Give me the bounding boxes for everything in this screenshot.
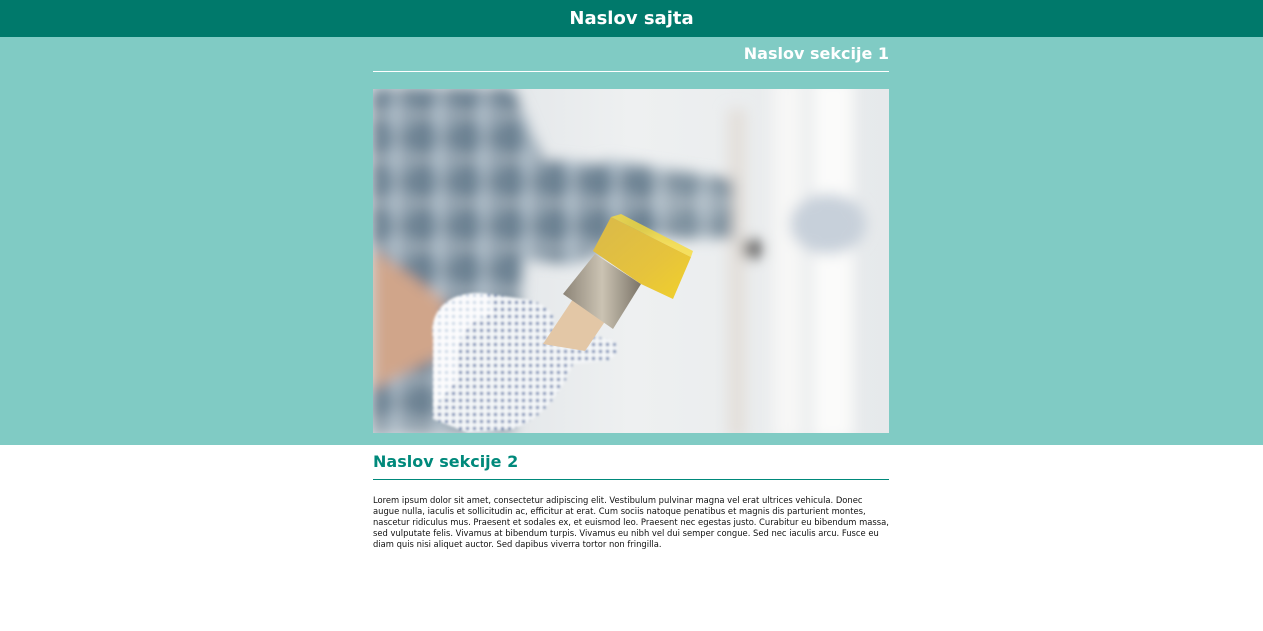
section-1: Naslov sekcije 1 [0,37,1263,445]
section-2-divider [373,479,889,480]
site-header: Naslov sajta [0,0,1263,37]
section-2-heading: Naslov sekcije 2 [373,452,519,471]
hero-image [373,89,889,433]
section-1-divider [373,71,889,72]
section-2-paragraph: Lorem ipsum dolor sit amet, consectetur … [373,495,889,549]
site-title: Naslov sajta [569,8,694,29]
section-1-heading: Naslov sekcije 1 [743,44,889,63]
